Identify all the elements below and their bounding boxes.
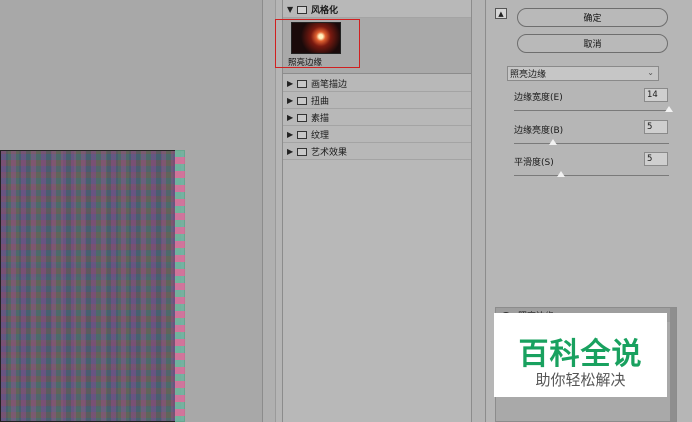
smoothness-input[interactable]: 5 (644, 152, 668, 166)
filter-gallery: ▼ 风格化 照亮边缘 ▶ 画笔描边 ▶ 扭曲 ▶ 素描 ▶ 纹理 ▶ 艺术效果 (275, 0, 472, 422)
edge-width-input[interactable]: 14 (644, 88, 668, 102)
triangle-right-icon: ▶ (287, 79, 294, 88)
layers-scrollbar[interactable] (670, 308, 676, 421)
folder-label: 画笔描边 (311, 80, 348, 90)
ok-button[interactable]: 确定 (517, 8, 668, 27)
triangle-right-icon: ▶ (287, 147, 294, 156)
folder-label: 艺术效果 (311, 148, 348, 158)
filter-select[interactable]: 照亮边缘 ⌄ (507, 66, 659, 81)
glowing-edges-thumbnail (291, 22, 341, 54)
folder-icon (297, 147, 307, 156)
folder-label: 风格化 (311, 6, 339, 16)
edge-width-label: 边缘宽度(E) (514, 93, 563, 103)
triangle-down-icon: ▼ (287, 5, 294, 14)
filter-thumb-label: 照亮边缘 (288, 58, 323, 68)
triangle-right-icon: ▶ (287, 130, 294, 139)
folder-label: 纹理 (311, 131, 330, 141)
preview-area[interactable] (0, 0, 262, 422)
folder-stylize[interactable]: ▼ 风格化 (283, 2, 471, 18)
folder-icon (297, 130, 307, 139)
chevron-down-icon: ⌄ (647, 68, 654, 77)
folder-sketch[interactable]: ▶ 素描 (283, 110, 471, 126)
gallery-divider (472, 0, 486, 422)
triangle-right-icon: ▶ (287, 113, 294, 122)
folder-label: 扭曲 (311, 97, 330, 107)
edge-width-slider[interactable] (514, 106, 673, 112)
slider-thumb[interactable] (665, 106, 673, 112)
preview-scroll-gutter (262, 0, 276, 422)
watermark: 百科全说 助你轻松解决 (494, 313, 667, 397)
folder-icon (297, 113, 307, 122)
preview-image[interactable] (0, 150, 185, 422)
edge-brightness-slider[interactable] (514, 139, 669, 145)
watermark-subtitle: 助你轻松解决 (535, 371, 626, 389)
slider-thumb[interactable] (548, 139, 557, 145)
cancel-button[interactable]: 取消 (517, 34, 668, 53)
folder-icon (297, 96, 307, 105)
collapse-up-icon[interactable]: ▲ (495, 8, 507, 19)
smoothness-label: 平滑度(S) (514, 158, 554, 168)
slider-thumb[interactable] (556, 171, 565, 177)
edge-brightness-label: 边缘亮度(B) (514, 126, 564, 136)
smoothness-slider[interactable] (514, 171, 669, 177)
filter-select-value: 照亮边缘 (510, 70, 547, 80)
folder-icon (297, 5, 307, 14)
folder-label: 素描 (311, 114, 330, 124)
folder-artistic[interactable]: ▶ 艺术效果 (283, 144, 471, 160)
stylize-filters: 照亮边缘 (275, 18, 471, 74)
triangle-right-icon: ▶ (287, 96, 294, 105)
folder-texture[interactable]: ▶ 纹理 (283, 127, 471, 143)
folder-icon (297, 79, 307, 88)
folder-brush-strokes[interactable]: ▶ 画笔描边 (283, 76, 471, 92)
folder-distort[interactable]: ▶ 扭曲 (283, 93, 471, 109)
edge-brightness-input[interactable]: 5 (644, 120, 668, 134)
preview-image-edge (175, 150, 185, 422)
watermark-title: 百科全说 (518, 337, 643, 372)
filter-thumb-selected[interactable]: 照亮边缘 (275, 19, 360, 68)
